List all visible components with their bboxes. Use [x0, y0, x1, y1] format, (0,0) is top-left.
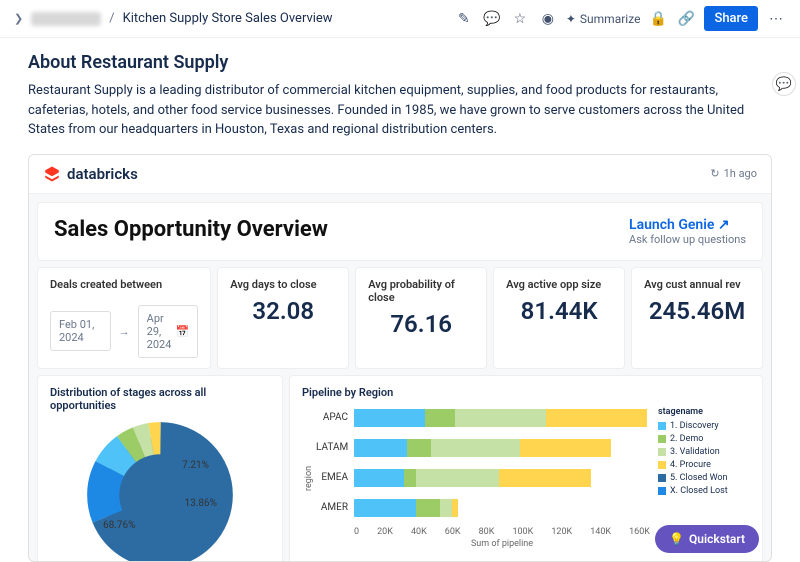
refresh-time[interactable]: ↻ 1h ago [710, 167, 757, 180]
page-intro: Restaurant Supply is a leading distribut… [28, 81, 772, 140]
watch-icon[interactable]: ◉ [538, 9, 558, 29]
launch-genie-link[interactable]: Launch Genie ↗ [629, 217, 746, 233]
arrow-right-icon: → [119, 325, 130, 338]
region-bars: APAC LATAM EMEA AMER 020K40K60K80K100K12… [316, 407, 650, 549]
donut-title: Distribution of stages across all opport… [50, 386, 270, 412]
star-icon[interactable]: ☆ [510, 9, 530, 29]
space-name-redacted [31, 12, 101, 26]
donut-label-a: 68.76% [103, 520, 135, 531]
genie-block[interactable]: Launch Genie ↗ Ask follow up questions [629, 217, 746, 246]
kpi-opp-size: Avg active opp size 81.44K [493, 267, 625, 369]
date-to-input[interactable]: Apr 29, 2024📅 [138, 305, 199, 358]
breadcrumb-separator: / [109, 11, 114, 26]
quickstart-button[interactable]: 💡 Quickstart [655, 525, 759, 553]
donut-label-b: 13.86% [185, 498, 217, 509]
side-comments-icon[interactable]: 💬 [772, 72, 796, 96]
comment-icon[interactable]: 💬 [482, 9, 502, 29]
more-icon[interactable]: ⋯ [766, 9, 786, 29]
region-xlabel: Sum of pipeline [354, 539, 650, 549]
edit-icon[interactable]: ✎ [454, 9, 474, 29]
dashboard-embed: databricks ↻ 1h ago Sales Opportunity Ov… [28, 154, 772, 562]
collapse-icon[interactable]: ❯ [14, 12, 23, 25]
donut-label-c: 7.21% [182, 460, 209, 471]
kpi-prob-close: Avg probability of close 76.16 [355, 267, 487, 369]
kpi-days-to-close: Avg days to close 32.08 [217, 267, 349, 369]
page-title: About Restaurant Supply [28, 52, 772, 73]
summarize-button[interactable]: ✦ Summarize [566, 12, 641, 26]
summarize-label: Summarize [580, 12, 641, 26]
link-icon[interactable]: 🔗 [676, 9, 696, 29]
region-title: Pipeline by Region [302, 386, 750, 399]
date-filter-card: Deals created between Feb 01, 2024 → Apr… [37, 267, 211, 369]
region-ylabel: region [302, 407, 316, 549]
deals-label: Deals created between [50, 278, 198, 291]
calendar-icon[interactable]: 📅 [176, 325, 190, 338]
genie-subtitle: Ask follow up questions [629, 233, 746, 246]
donut-chart: 68.76% 13.86% 7.21% [85, 420, 235, 562]
breadcrumb[interactable]: Kitchen Supply Store Sales Overview [123, 11, 333, 26]
lock-icon[interactable]: 🔒 [648, 9, 668, 29]
dashboard-title: Sales Opportunity Overview [54, 217, 328, 242]
donut-chart-card: Distribution of stages across all opport… [37, 375, 283, 562]
kpi-annual-rev: Avg cust annual rev 245.46M [631, 267, 763, 369]
top-bar: ❯ / Kitchen Supply Store Sales Overview … [0, 0, 800, 38]
date-from-input[interactable]: Feb 01, 2024 [50, 311, 111, 351]
databricks-logo: databricks [43, 165, 138, 183]
share-button[interactable]: Share [704, 6, 758, 31]
brand-label: databricks [67, 165, 138, 183]
